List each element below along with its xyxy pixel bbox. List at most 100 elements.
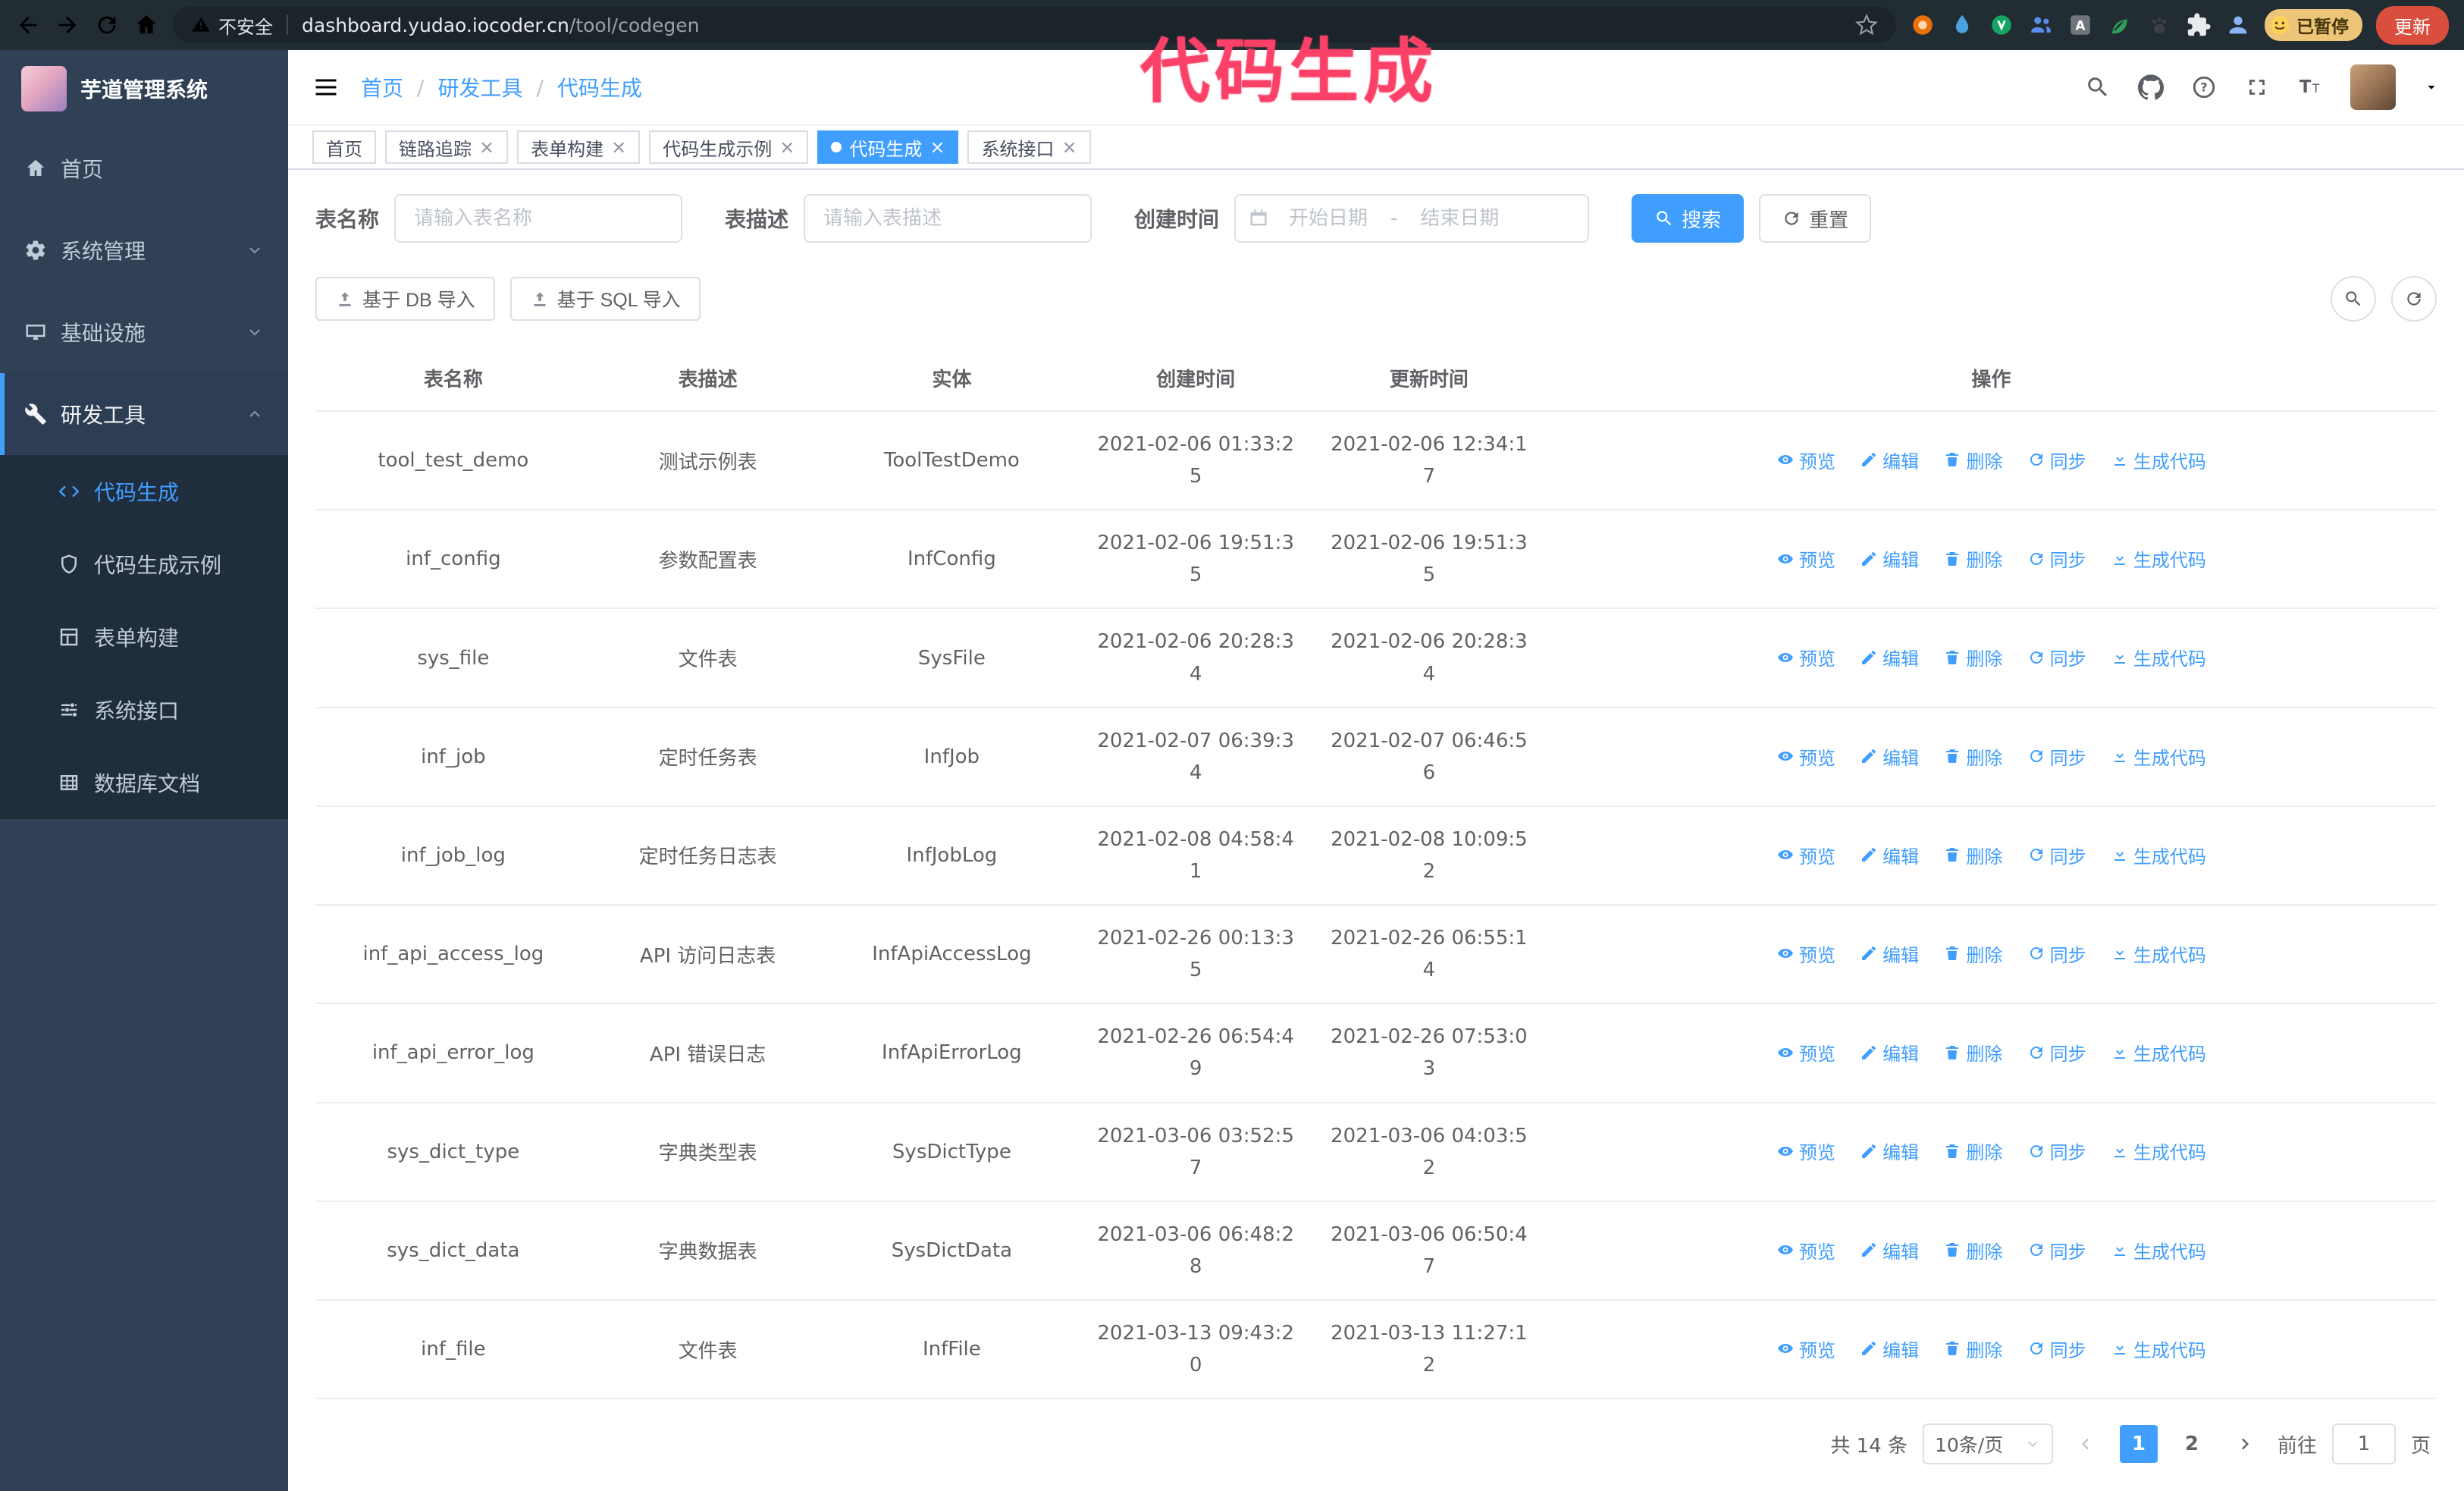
close-icon[interactable]: ×: [929, 138, 945, 156]
preview-link[interactable]: 预览: [1776, 940, 1835, 967]
preview-link[interactable]: 预览: [1776, 1336, 1835, 1362]
sync-link[interactable]: 同步: [2027, 644, 2086, 670]
goto-page-input[interactable]: [2331, 1424, 2396, 1465]
user-avatar[interactable]: [2350, 64, 2396, 110]
edit-link[interactable]: 编辑: [1860, 447, 1919, 473]
edit-link[interactable]: 编辑: [1860, 644, 1919, 670]
browser-forward-icon[interactable]: [55, 12, 80, 38]
end-date-input[interactable]: [1400, 207, 1519, 230]
bookmark-star-icon[interactable]: [1855, 14, 1878, 36]
font-size-icon[interactable]: [2297, 74, 2323, 100]
tab-form-builder[interactable]: 表单构建 ×: [517, 130, 641, 164]
extension-orange-icon[interactable]: [1910, 12, 1936, 38]
generate-code-link[interactable]: 生成代码: [2111, 743, 2206, 770]
reset-button[interactable]: 重置: [1759, 194, 1872, 243]
extension-leaf-icon[interactable]: [2107, 12, 2133, 38]
table-name-input[interactable]: [394, 194, 683, 243]
delete-link[interactable]: 删除: [1943, 743, 2002, 770]
close-icon[interactable]: ×: [611, 138, 626, 156]
edit-link[interactable]: 编辑: [1860, 743, 1919, 770]
generate-code-link[interactable]: 生成代码: [2111, 447, 2206, 473]
date-range-picker[interactable]: -: [1234, 194, 1590, 243]
sidebar-item-db-docs[interactable]: 数据库文档: [0, 746, 288, 819]
delete-link[interactable]: 删除: [1943, 1138, 2002, 1164]
sync-link[interactable]: 同步: [2027, 1039, 2086, 1066]
generate-code-link[interactable]: 生成代码: [2111, 644, 2206, 670]
next-page-button[interactable]: [2226, 1426, 2262, 1462]
help-icon[interactable]: [2191, 74, 2217, 100]
preview-link[interactable]: 预览: [1776, 1039, 1835, 1066]
start-date-input[interactable]: [1269, 207, 1388, 230]
generate-code-link[interactable]: 生成代码: [2111, 1237, 2206, 1263]
preview-link[interactable]: 预览: [1776, 1237, 1835, 1263]
fullscreen-icon[interactable]: [2244, 74, 2270, 100]
browser-back-icon[interactable]: [15, 12, 41, 38]
preview-link[interactable]: 预览: [1776, 1138, 1835, 1164]
sidebar-item-form-builder[interactable]: 表单构建: [0, 601, 288, 673]
sync-link[interactable]: 同步: [2027, 940, 2086, 967]
prev-page-button[interactable]: [2068, 1426, 2105, 1462]
extension-drop-icon[interactable]: [1949, 12, 1975, 38]
tab-home[interactable]: 首页: [312, 130, 376, 164]
sync-link[interactable]: 同步: [2027, 743, 2086, 770]
delete-link[interactable]: 删除: [1943, 940, 2002, 967]
import-db-button[interactable]: 基于 DB 导入: [315, 277, 495, 321]
sidebar-collapse-icon[interactable]: [312, 74, 340, 101]
edit-link[interactable]: 编辑: [1860, 545, 1919, 572]
breadcrumb-codegen[interactable]: 代码生成: [557, 72, 642, 102]
browser-refresh-icon[interactable]: [94, 12, 120, 38]
delete-link[interactable]: 删除: [1943, 447, 2002, 473]
extensions-puzzle-icon[interactable]: [2186, 12, 2212, 38]
page-size-select[interactable]: 10条/页: [1922, 1424, 2053, 1465]
delete-link[interactable]: 删除: [1943, 1039, 2002, 1066]
breadcrumb-devtools[interactable]: 研发工具: [437, 72, 522, 102]
sync-link[interactable]: 同步: [2027, 1336, 2086, 1362]
generate-code-link[interactable]: 生成代码: [2111, 940, 2206, 967]
sync-link[interactable]: 同步: [2027, 447, 2086, 473]
tab-system-api[interactable]: 系统接口 ×: [967, 130, 1091, 164]
page-1-button[interactable]: 1: [2119, 1425, 2158, 1464]
browser-home-icon[interactable]: [133, 12, 159, 38]
preview-link[interactable]: 预览: [1776, 743, 1835, 770]
toggle-search-button[interactable]: [2331, 276, 2376, 322]
github-icon[interactable]: [2138, 74, 2164, 100]
avatar-caret-icon[interactable]: [2423, 79, 2440, 96]
close-icon[interactable]: ×: [779, 138, 795, 156]
close-icon[interactable]: ×: [479, 138, 494, 156]
browser-update-button[interactable]: 更新: [2376, 5, 2449, 45]
import-sql-button[interactable]: 基于 SQL 导入: [509, 277, 701, 321]
sidebar-item-system-api[interactable]: 系统接口: [0, 673, 288, 746]
delete-link[interactable]: 删除: [1943, 1237, 2002, 1263]
tab-codegen-example[interactable]: 代码生成示例 ×: [649, 130, 809, 164]
extension-people-icon[interactable]: [2028, 12, 2054, 38]
edit-link[interactable]: 编辑: [1860, 1237, 1919, 1263]
refresh-table-button[interactable]: [2391, 276, 2437, 322]
edit-link[interactable]: 编辑: [1860, 1138, 1919, 1164]
generate-code-link[interactable]: 生成代码: [2111, 1039, 2206, 1066]
generate-code-link[interactable]: 生成代码: [2111, 1336, 2206, 1362]
sidebar-item-system[interactable]: 系统管理: [0, 209, 288, 291]
preview-link[interactable]: 预览: [1776, 842, 1835, 868]
page-2-button[interactable]: 2: [2173, 1425, 2211, 1463]
extension-green-v-icon[interactable]: [1989, 12, 2014, 38]
generate-code-link[interactable]: 生成代码: [2111, 545, 2206, 572]
generate-code-link[interactable]: 生成代码: [2111, 842, 2206, 868]
extension-translate-icon[interactable]: [2067, 12, 2093, 38]
delete-link[interactable]: 删除: [1943, 842, 2002, 868]
tab-codegen[interactable]: 代码生成 ×: [817, 130, 959, 164]
edit-link[interactable]: 编辑: [1860, 1336, 1919, 1362]
delete-link[interactable]: 删除: [1943, 644, 2002, 670]
preview-link[interactable]: 预览: [1776, 644, 1835, 670]
close-icon[interactable]: ×: [1061, 138, 1077, 156]
sync-link[interactable]: 同步: [2027, 1237, 2086, 1263]
browser-profile-avatar[interactable]: [2225, 12, 2251, 38]
sync-link[interactable]: 同步: [2027, 545, 2086, 572]
preview-link[interactable]: 预览: [1776, 447, 1835, 473]
extension-paw-icon[interactable]: [2146, 12, 2172, 38]
breadcrumb-home[interactable]: 首页: [361, 72, 403, 102]
sidebar-item-codegen-example[interactable]: 代码生成示例: [0, 528, 288, 601]
sync-link[interactable]: 同步: [2027, 1138, 2086, 1164]
search-button[interactable]: 搜索: [1632, 194, 1745, 243]
delete-link[interactable]: 删除: [1943, 545, 2002, 572]
sync-link[interactable]: 同步: [2027, 842, 2086, 868]
